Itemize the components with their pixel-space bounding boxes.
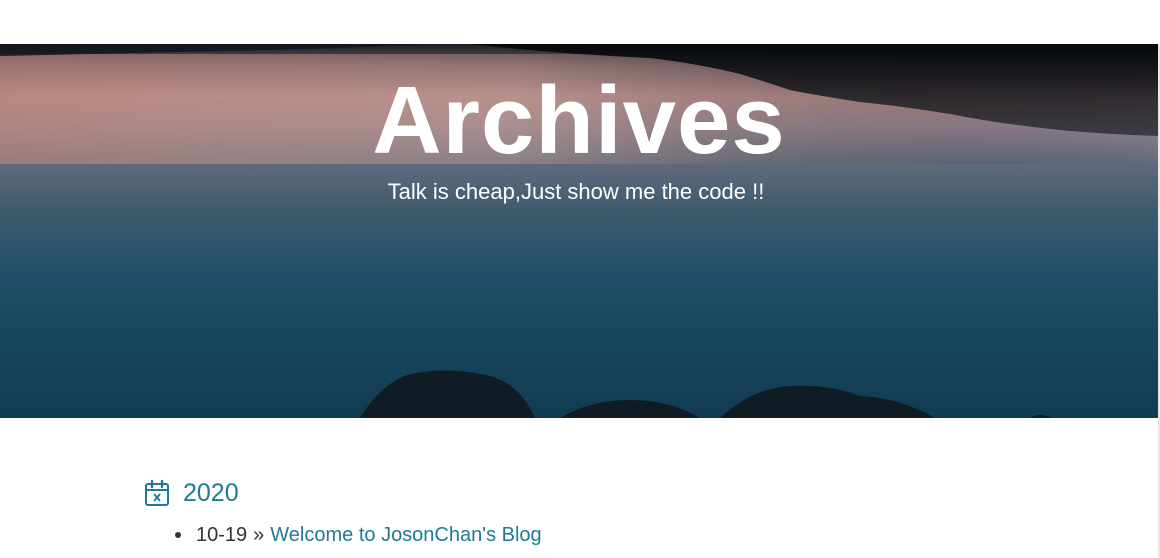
page-subtitle: Talk is cheap,Just show me the code !! [387, 179, 765, 204]
archive-list: 2020 10-19 » Welcome to JosonChan's Blog [0, 418, 1158, 558]
double-chevron-right-icon: » [253, 523, 265, 546]
archive-year-heading: 2020 [144, 478, 239, 508]
list-item: 10-19 » Welcome to JosonChan's Blog [175, 522, 542, 548]
hero-banner: Archives Talk is cheap,Just show me the … [0, 44, 1158, 418]
top-navbar [0, 0, 1160, 44]
archive-post-list: 10-19 » Welcome to JosonChan's Blog [175, 522, 542, 548]
calendar-x-icon [144, 479, 170, 507]
bullet-icon [175, 532, 181, 538]
page-title: Archives [372, 67, 786, 174]
post-date: 10-19 [196, 523, 248, 546]
post-title-link[interactable]: Welcome to JosonChan's Blog [270, 524, 541, 547]
archive-year-label: 2020 [183, 479, 239, 507]
